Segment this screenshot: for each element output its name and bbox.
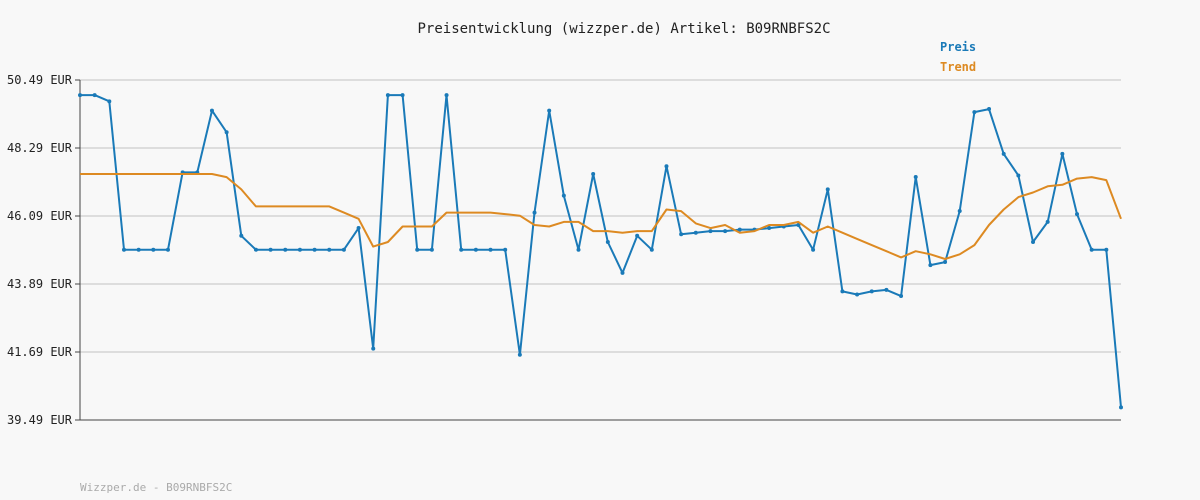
data-point (429, 247, 434, 252)
data-point (268, 247, 273, 252)
data-point (165, 247, 170, 252)
data-point (635, 233, 640, 238)
data-point (649, 247, 654, 252)
data-point (415, 247, 420, 252)
data-point (121, 247, 126, 252)
data-point (605, 239, 610, 244)
data-point (136, 247, 141, 252)
data-point (327, 247, 332, 252)
data-point (444, 93, 449, 98)
y-tick-label: 48.29 EUR (7, 141, 73, 155)
data-point (840, 289, 845, 294)
grid-lines (80, 79, 1121, 353)
data-point (693, 230, 698, 235)
data-point (283, 247, 288, 252)
data-point (1016, 173, 1021, 178)
data-point (385, 93, 390, 98)
data-point (532, 210, 537, 215)
data-point (1075, 212, 1080, 217)
data-point (957, 209, 962, 214)
data-point (620, 270, 625, 275)
series-layer (78, 93, 1123, 410)
data-point (503, 247, 508, 252)
data-point (561, 193, 566, 198)
data-point (78, 93, 82, 98)
data-point (517, 352, 522, 357)
data-point (209, 108, 214, 113)
data-point (356, 226, 361, 231)
data-point (869, 289, 874, 294)
data-point (1001, 151, 1006, 156)
data-point (913, 175, 918, 180)
data-point (899, 294, 904, 299)
data-point (239, 233, 244, 238)
data-point (547, 108, 552, 113)
data-point (400, 93, 405, 98)
data-point (811, 247, 816, 252)
data-point (972, 110, 977, 115)
price-chart: Preisentwicklung (wizzper.de) Artikel: B… (7, 21, 1123, 494)
data-point (92, 93, 97, 98)
data-point (679, 232, 684, 237)
y-tick-label: 50.49 EUR (7, 73, 73, 87)
data-point (224, 130, 229, 135)
data-point (664, 164, 669, 169)
y-tick-label: 41.69 EUR (7, 345, 73, 359)
data-point (855, 292, 860, 297)
data-point (341, 247, 346, 252)
data-point (987, 107, 992, 112)
data-point (371, 346, 376, 351)
legend-trend: Trend (940, 60, 976, 74)
data-point (928, 263, 933, 268)
data-point (708, 229, 713, 234)
data-point (943, 260, 948, 265)
y-tick-label: 46.09 EUR (7, 209, 73, 223)
data-point (825, 187, 830, 192)
data-point (459, 247, 464, 252)
data-point (884, 287, 889, 292)
data-point (1045, 219, 1050, 224)
data-point (576, 247, 581, 252)
data-point (1119, 405, 1123, 410)
data-point (473, 247, 478, 252)
data-point (1031, 239, 1036, 244)
y-tick-label: 43.89 EUR (7, 277, 73, 291)
legend-preis: Preis (940, 40, 976, 54)
data-point (1104, 247, 1109, 252)
data-point (1089, 247, 1094, 252)
chart-title: Preisentwicklung (wizzper.de) Artikel: B… (417, 21, 830, 37)
y-axis-ticks: 50.49 EUR 48.29 EUR 46.09 EUR 43.89 EUR 41.6… (7, 73, 80, 427)
footer-text: Wizzper.de - B09RNBFS2C (80, 481, 232, 494)
data-point (253, 247, 258, 252)
data-point (312, 247, 317, 252)
y-tick-label: 39.49 EUR (7, 413, 73, 427)
data-point (1060, 151, 1065, 156)
data-point (107, 99, 112, 104)
data-point (151, 247, 156, 252)
data-point (591, 171, 596, 176)
data-point (488, 247, 493, 252)
data-point (723, 229, 728, 234)
data-point (297, 247, 302, 252)
